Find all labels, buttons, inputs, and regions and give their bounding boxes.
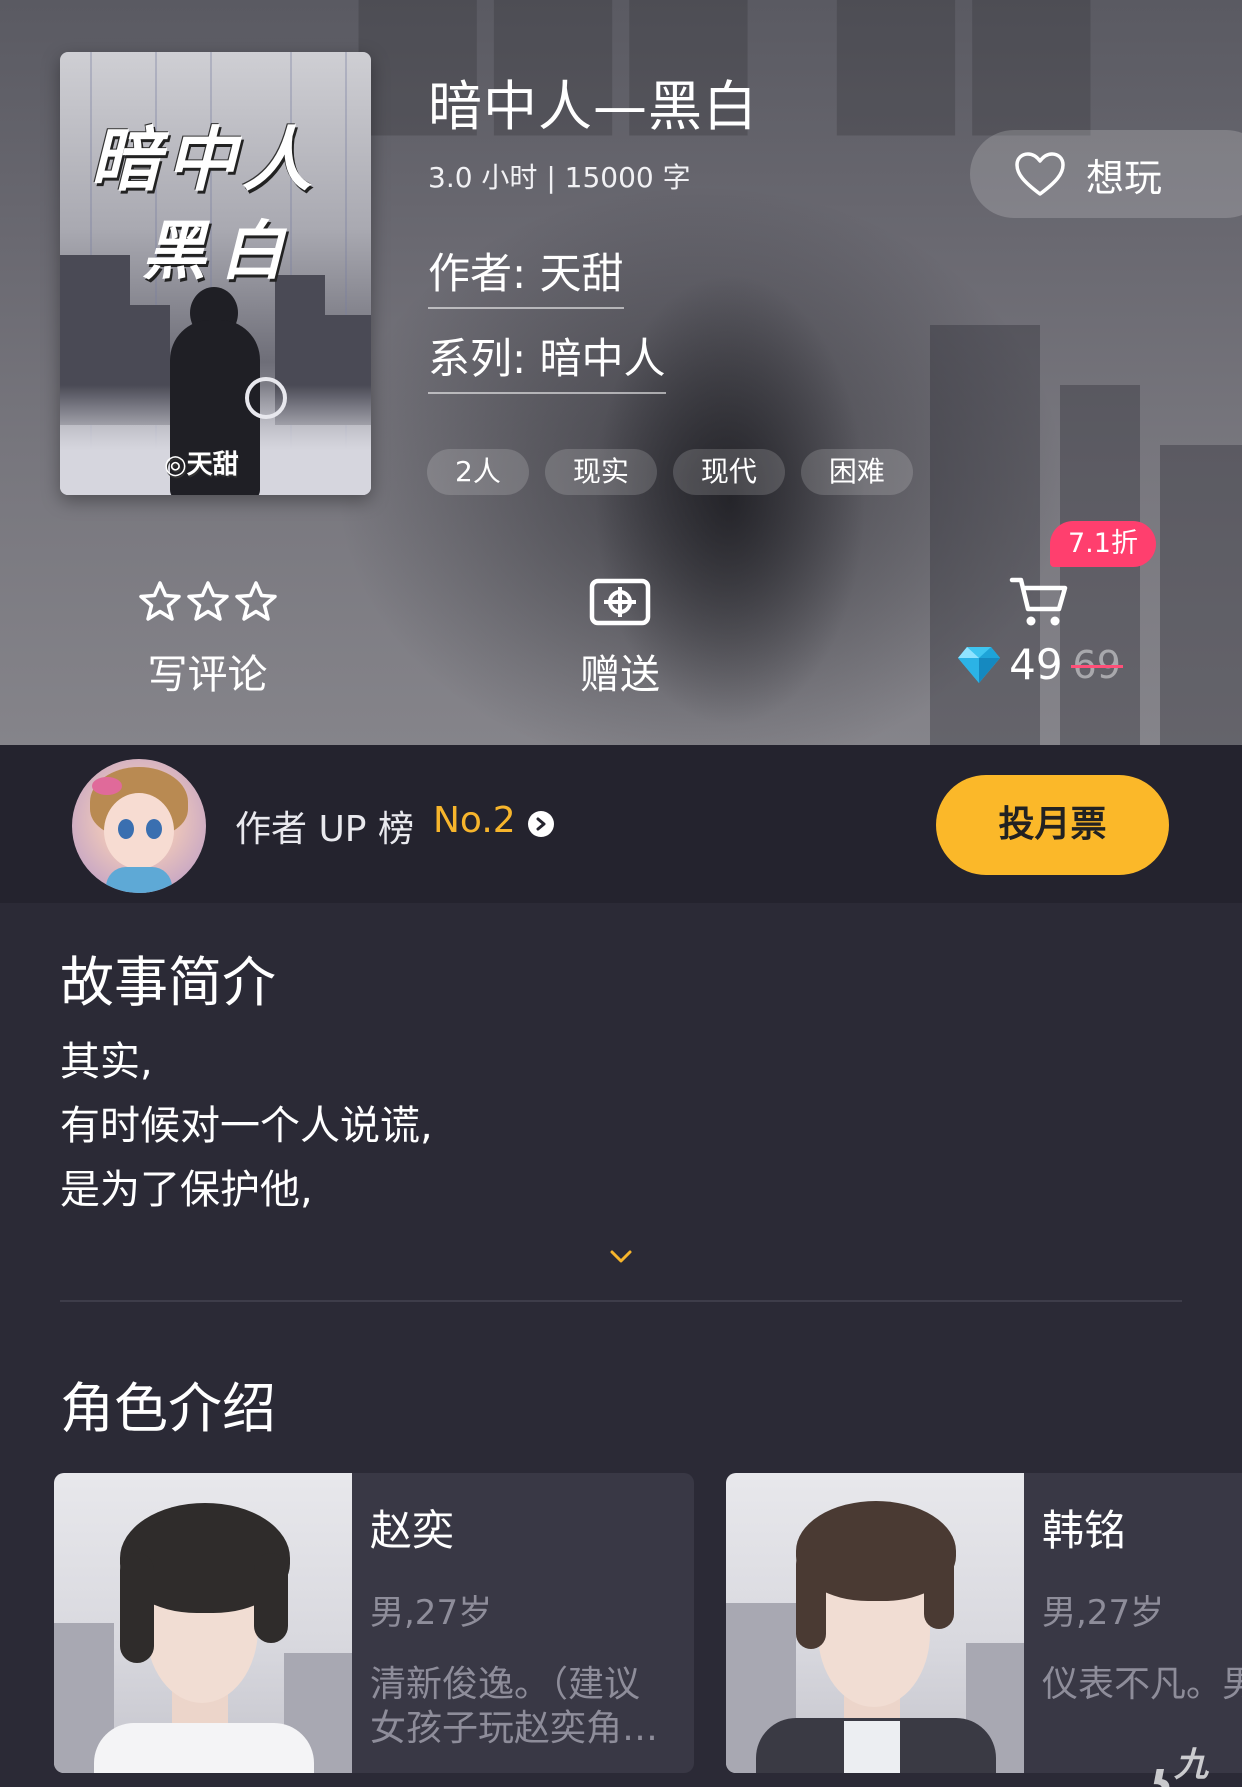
role-description: 清新俊逸。（建议女孩子玩赵奕角色） <box>370 1664 641 1749</box>
watermark-logo-icon: ʖ <box>1148 1761 1173 1787</box>
discount-badge: 7.1折 <box>1050 521 1156 567</box>
role-name: 赵奕 <box>370 1506 455 1555</box>
tag-item[interactable]: 困难 <box>800 449 913 495</box>
watermark-text: 九游 <box>1174 1745 1209 1785</box>
gift-button[interactable]: 赠送 <box>560 572 680 700</box>
role-description: 仪表不凡。男 <box>1042 1664 1242 1705</box>
tag-list: 2人 现实 现代 困难 <box>427 449 913 495</box>
role-info: 男,27岁 <box>1042 1593 1165 1633</box>
role-card[interactable]: 韩铭 男,27岁 仪表不凡。男 <box>726 1473 1242 1773</box>
heart-icon <box>1015 152 1065 196</box>
tag-item[interactable]: 现代 <box>672 449 785 495</box>
role-name: 韩铭 <box>1042 1506 1127 1555</box>
role-portrait <box>726 1473 1024 1773</box>
game-cover-image[interactable]: 暗中人 黑白 ◎天甜 <box>60 52 371 495</box>
gift-ticket-icon <box>589 578 651 626</box>
tag-item[interactable]: 现实 <box>544 449 657 495</box>
section-divider <box>60 1300 1182 1302</box>
story-line: 是为了保护他, <box>60 1167 313 1213</box>
cover-subtitle: 黑白 <box>142 214 298 289</box>
three-stars-icon <box>138 581 277 621</box>
role-card[interactable]: 赵奕 男,27岁 清新俊逸。（建议女孩子玩赵奕角色） <box>54 1473 694 1773</box>
author-link[interactable]: 作者: 天甜 <box>428 240 624 309</box>
author-rank-bar: 作者 UP 榜 No.2 投月票 <box>0 745 1242 903</box>
write-review-label: 写评论 <box>147 652 268 698</box>
role-info: 男,27岁 <box>370 1593 493 1633</box>
monthly-vote-button[interactable]: 投月票 <box>936 775 1169 875</box>
current-price: 49 <box>1009 640 1063 689</box>
game-title: 暗中人—黑白 <box>428 75 758 138</box>
write-review-button[interactable]: 写评论 <box>130 572 285 700</box>
diamond-icon <box>958 646 1001 683</box>
chevron-down-icon[interactable] <box>608 1248 634 1266</box>
tag-item[interactable]: 2人 <box>427 449 529 495</box>
chevron-right-icon[interactable] <box>528 811 554 837</box>
game-header: ▇▇▇ ▇▇ 暗中人 黑白 ◎天甜 暗中人—黑白 3.0 小时 | 15000 … <box>0 0 1242 745</box>
roles-heading: 角色介绍 <box>60 1377 276 1440</box>
author-avatar[interactable] <box>72 759 206 893</box>
hero-background-building <box>1160 445 1242 745</box>
game-meta: 3.0 小时 | 15000 字 <box>428 161 691 194</box>
series-link[interactable]: 系列: 暗中人 <box>428 325 666 394</box>
story-line: 其实, <box>60 1039 153 1085</box>
cart-icon <box>1009 577 1068 626</box>
rank-position[interactable]: No.2 <box>433 800 516 841</box>
story-synopsis: 其实, 有时候对一个人说谎, 是为了保护他, <box>60 1030 433 1222</box>
story-line: 有时候对一个人说谎, <box>60 1103 433 1149</box>
original-price: 69 <box>1070 642 1124 687</box>
purchase-button[interactable]: 49 69 <box>944 572 1134 689</box>
want-to-play-label: 想玩 <box>1086 155 1163 200</box>
site-watermark: ʖ 九游 <box>1148 1737 1242 1787</box>
rank-label[interactable]: 作者 UP 榜 <box>235 800 414 852</box>
story-heading: 故事简介 <box>60 951 276 1014</box>
cover-title: 暗中人 <box>90 118 318 201</box>
want-to-play-button[interactable]: 想玩 <box>970 130 1242 218</box>
role-portrait <box>54 1473 352 1773</box>
gift-label: 赠送 <box>580 652 660 698</box>
cover-author-mark: ◎天甜 <box>164 450 239 480</box>
